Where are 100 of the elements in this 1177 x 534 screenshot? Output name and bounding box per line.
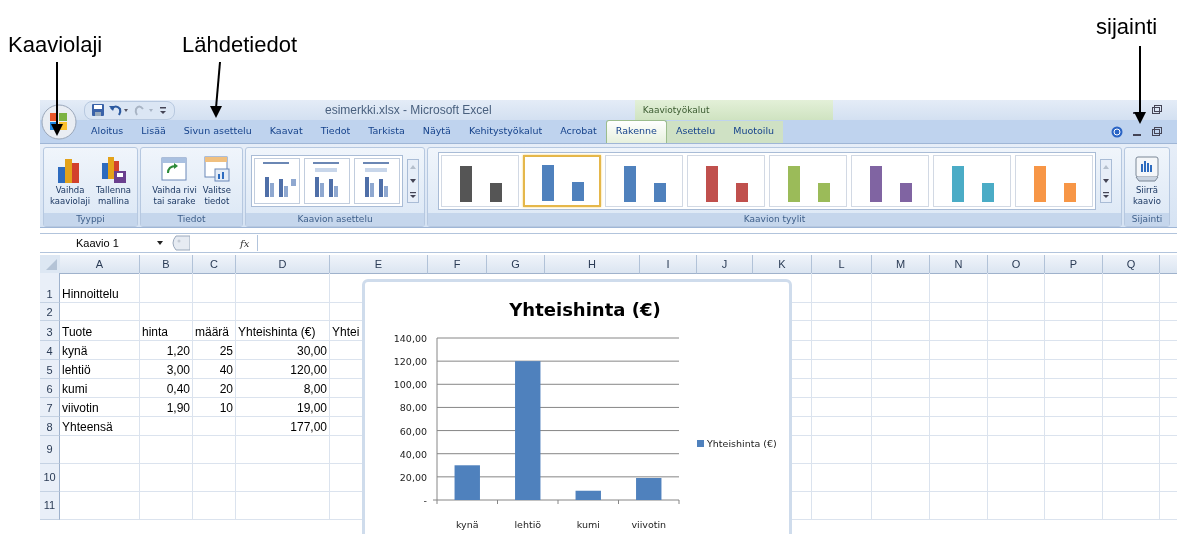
- table-cell[interactable]: [988, 273, 1045, 303]
- table-cell[interactable]: 120,00: [236, 360, 330, 379]
- chart-style-thumbnail[interactable]: [850, 154, 929, 207]
- table-cell[interactable]: [812, 417, 872, 436]
- table-cell[interactable]: 3,00: [140, 360, 193, 379]
- column-header[interactable]: K: [753, 255, 812, 274]
- ribbon-button[interactable]: Vaihda kaaviolaji: [49, 152, 92, 209]
- table-cell[interactable]: [812, 341, 872, 360]
- undo-icon[interactable]: [108, 103, 130, 117]
- table-cell[interactable]: [236, 303, 330, 321]
- table-cell[interactable]: [988, 492, 1045, 520]
- table-cell[interactable]: [812, 273, 872, 303]
- column-header[interactable]: Q: [1103, 255, 1160, 274]
- chart-frame[interactable]: Yhteishinta (€) - 20,00 40,00 60,00 80,00 100,00 120,00 140,00 kynä lehtiö kumi viivotin Yhteishinta (€): [362, 279, 792, 534]
- table-cell[interactable]: [140, 464, 193, 492]
- column-header[interactable]: A: [60, 255, 140, 274]
- table-cell[interactable]: [930, 321, 988, 341]
- chart-style-thumbnail[interactable]: [768, 154, 847, 207]
- table-cell[interactable]: viivotin: [60, 398, 140, 417]
- table-cell[interactable]: [872, 398, 930, 417]
- table-cell[interactable]: [930, 464, 988, 492]
- table-cell[interactable]: [812, 436, 872, 464]
- table-cell[interactable]: 1,90: [140, 398, 193, 417]
- table-cell[interactable]: [872, 436, 930, 464]
- table-cell[interactable]: 0,40: [140, 379, 193, 398]
- table-cell[interactable]: [872, 492, 930, 520]
- table-cell[interactable]: [1103, 360, 1160, 379]
- row-header[interactable]: 3: [40, 321, 60, 341]
- table-cell[interactable]: kumi: [60, 379, 140, 398]
- table-cell[interactable]: [930, 341, 988, 360]
- ribbon-tab[interactable]: Rakenne: [605, 120, 667, 143]
- table-cell[interactable]: Hinnoittelu: [60, 273, 140, 303]
- chart-style-thumbnail[interactable]: [932, 154, 1011, 207]
- table-cell[interactable]: [930, 273, 988, 303]
- table-cell[interactable]: [236, 464, 330, 492]
- table-cell[interactable]: [1103, 303, 1160, 321]
- column-header[interactable]: H: [545, 255, 640, 274]
- table-cell[interactable]: [872, 464, 930, 492]
- table-cell[interactable]: [930, 417, 988, 436]
- table-cell[interactable]: määrä: [193, 321, 236, 341]
- ribbon-tab[interactable]: Muotoilu: [724, 121, 784, 143]
- column-header[interactable]: M: [872, 255, 930, 274]
- table-cell[interactable]: 1,20: [140, 341, 193, 360]
- column-header[interactable]: C: [193, 255, 236, 274]
- column-header[interactable]: O: [988, 255, 1045, 274]
- table-cell[interactable]: [930, 303, 988, 321]
- table-cell[interactable]: [193, 273, 236, 303]
- help-icon[interactable]: [1111, 125, 1123, 138]
- chart-style-thumbnail[interactable]: [440, 154, 519, 207]
- column-header[interactable]: L: [812, 255, 872, 274]
- column-header[interactable]: B: [140, 255, 193, 274]
- table-cell[interactable]: [1045, 436, 1103, 464]
- ribbon-button[interactable]: Siirrä kaavio: [1132, 152, 1162, 209]
- row-header[interactable]: 10: [40, 464, 60, 492]
- table-cell[interactable]: [812, 464, 872, 492]
- table-cell[interactable]: [193, 464, 236, 492]
- ribbon-tab[interactable]: Tarkista: [359, 121, 414, 143]
- table-cell[interactable]: [60, 492, 140, 520]
- table-cell[interactable]: [930, 398, 988, 417]
- table-cell[interactable]: [812, 321, 872, 341]
- table-cell[interactable]: [988, 303, 1045, 321]
- layout-thumbnail[interactable]: [254, 157, 300, 204]
- save-icon[interactable]: [91, 103, 105, 117]
- chart-style-thumbnail[interactable]: [522, 154, 601, 207]
- table-cell[interactable]: 40: [193, 360, 236, 379]
- table-cell[interactable]: Yhteishinta (€): [236, 321, 330, 341]
- ribbon-button[interactable]: Valitse tiedot: [201, 152, 232, 209]
- column-header[interactable]: P: [1045, 255, 1103, 274]
- restore-icon[interactable]: [1151, 104, 1163, 116]
- table-cell[interactable]: 177,00: [236, 417, 330, 436]
- table-cell[interactable]: [140, 273, 193, 303]
- table-cell[interactable]: [1103, 379, 1160, 398]
- table-cell[interactable]: [60, 436, 140, 464]
- layout-thumbnail[interactable]: [304, 157, 350, 204]
- ribbon-tab[interactable]: Lisää: [132, 121, 175, 143]
- table-cell[interactable]: [988, 464, 1045, 492]
- row-header[interactable]: 4: [40, 341, 60, 360]
- table-cell[interactable]: [812, 360, 872, 379]
- table-cell[interactable]: [872, 360, 930, 379]
- ribbon-tab[interactable]: Aloitus: [82, 121, 133, 143]
- ribbon-tab[interactable]: Tiedot: [311, 121, 360, 143]
- table-cell[interactable]: 10: [193, 398, 236, 417]
- name-box[interactable]: Kaavio 1: [40, 237, 168, 249]
- dropdown-icon[interactable]: [156, 239, 164, 247]
- table-cell[interactable]: [1045, 303, 1103, 321]
- table-cell[interactable]: [930, 360, 988, 379]
- table-cell[interactable]: [140, 436, 193, 464]
- table-cell[interactable]: 30,00: [236, 341, 330, 360]
- table-cell[interactable]: kynä: [60, 341, 140, 360]
- restore-icon[interactable]: [1151, 125, 1163, 138]
- layout-thumbnail[interactable]: [354, 157, 400, 204]
- table-cell[interactable]: [1103, 341, 1160, 360]
- table-cell[interactable]: 20: [193, 379, 236, 398]
- table-cell[interactable]: [1045, 464, 1103, 492]
- table-cell[interactable]: [60, 464, 140, 492]
- row-header[interactable]: 9: [40, 436, 60, 464]
- row-header[interactable]: 2: [40, 303, 60, 321]
- table-cell[interactable]: [1045, 360, 1103, 379]
- table-cell[interactable]: 25: [193, 341, 236, 360]
- table-cell[interactable]: [1045, 379, 1103, 398]
